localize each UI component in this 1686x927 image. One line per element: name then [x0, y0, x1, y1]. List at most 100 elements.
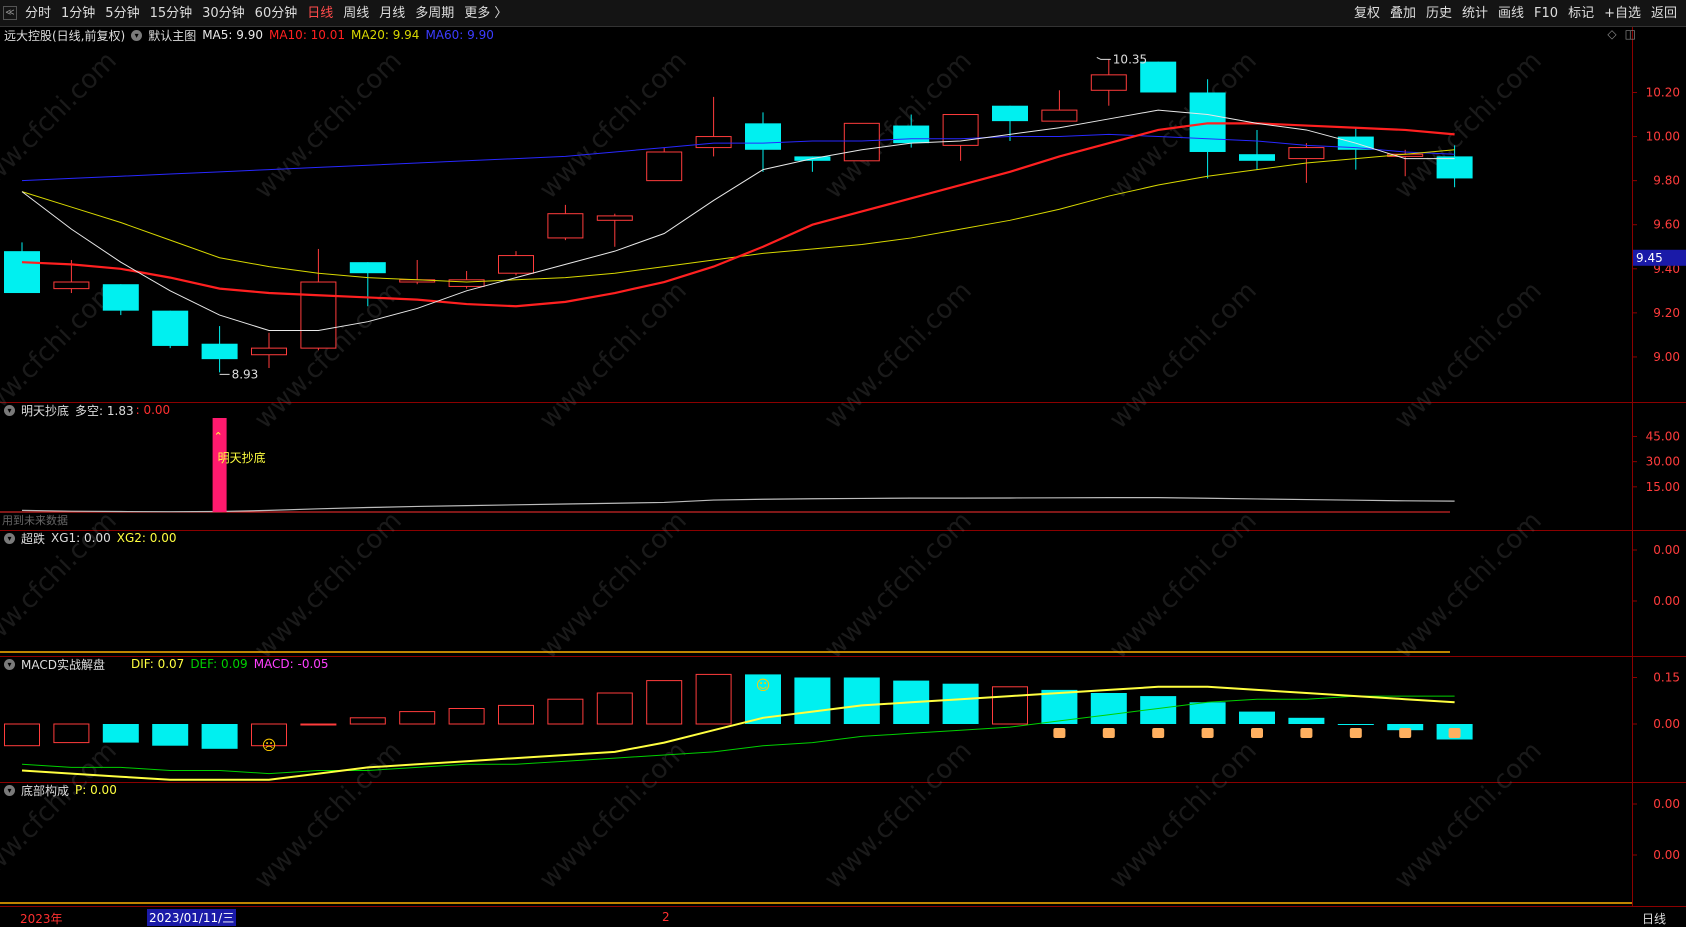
candle-body [1090, 74, 1127, 91]
candle-body [1288, 147, 1325, 160]
y-tick-label: 0.00 [1653, 594, 1680, 608]
bottom-indicator-name[interactable]: 底部构成 [21, 782, 69, 799]
def-value: DEF: 0.09 [190, 657, 248, 671]
smile-face-icon: ☺ [756, 678, 771, 694]
ma60-value: MA60: 9.90 [425, 28, 494, 42]
high-price-label: 10.35 [1113, 52, 1147, 66]
watermark-text: www.cfchi.com [1104, 46, 1263, 205]
watermark-text: www.cfchi.com [819, 506, 978, 665]
chaodie-name[interactable]: 超跌 [21, 530, 45, 547]
current-price-label: 9.45 [1636, 251, 1663, 265]
dropdown-icon[interactable]: ▾ [4, 658, 15, 670]
y-tick-label: 30.00 [1646, 455, 1680, 469]
chaodie-header: ▾ 超跌 XG1: 0.00 XG2: 0.00 [4, 530, 176, 546]
candle-body [1041, 109, 1078, 122]
candle-body [152, 310, 189, 346]
template-name[interactable]: 默认主图 [148, 27, 196, 44]
macd-bar [1090, 693, 1127, 724]
date-cursor-label: 2023/01/11/三 [147, 909, 237, 926]
watermark-text: www.cfchi.com [534, 736, 693, 895]
candle-body [547, 213, 584, 239]
stock-chart[interactable]: www.cfchi.com www.cfchi.com www.cfchi.com w… [0, 0, 1686, 927]
macd-bar [695, 673, 732, 725]
candle-body [596, 215, 633, 221]
sell-marker-icon [1152, 728, 1165, 738]
candle-body [695, 136, 732, 149]
watermark-text: www.cfchi.com [819, 276, 978, 435]
dropdown-icon[interactable]: ▾ [131, 29, 143, 41]
p-value: P: 0.00 [75, 783, 117, 797]
window-icon[interactable]: ◫ [1625, 27, 1636, 41]
y-tick-label: 0.00 [1653, 797, 1680, 811]
y-tick-label: 9.80 [1653, 174, 1680, 188]
macd-bar [152, 724, 189, 746]
y-tick-label: 10.00 [1646, 130, 1680, 144]
sell-marker-icon [1102, 728, 1115, 738]
ma20-line [21, 149, 1455, 283]
period-label: 日线 [1642, 912, 1667, 926]
macd-bar [53, 723, 90, 744]
sell-marker-icon [1349, 728, 1362, 738]
y-tick-label: 0.00 [1653, 717, 1680, 731]
candle-body [893, 125, 930, 144]
macd-name[interactable]: MACD实战解盘 [21, 656, 105, 673]
watermark-text: www.cfchi.com [1104, 276, 1263, 435]
watermark-text: www.cfchi.com [534, 276, 693, 435]
duokong-value: 多空: 1.83 [75, 403, 134, 418]
sell-marker-icon [1251, 728, 1263, 738]
watermark-text: www.cfchi.com [1389, 276, 1548, 435]
future-data-note: 用到未来数据 [2, 513, 68, 527]
diamond-icon[interactable]: ◇ [1607, 27, 1616, 41]
watermark-text: www.cfchi.com [1389, 736, 1548, 895]
candle-body [4, 251, 40, 294]
xg2-value: XG2: 0.00 [116, 531, 177, 545]
macd-bar [547, 698, 584, 725]
xg1-value: XG1: 0.00 [51, 531, 111, 545]
stock-name[interactable]: 远大控股(日线,前复权) [4, 27, 125, 44]
y-tick-label: 45.00 [1646, 429, 1680, 443]
macd-bar [1337, 724, 1374, 725]
dibottom-header: ▾ 明天抄底 多空: 1.83 : 0.00 [4, 402, 170, 418]
y-tick-label: 0.15 [1653, 671, 1680, 685]
macd-bar [349, 717, 386, 725]
candle-body [448, 279, 485, 287]
candle-body [349, 262, 386, 274]
candle-body [300, 281, 337, 349]
watermark-layer: www.cfchi.com www.cfchi.com www.cfchi.com w… [0, 46, 1548, 895]
candle-body [201, 343, 238, 360]
dibottom-name[interactable]: 明天抄底 [21, 402, 69, 419]
macd-bar [1288, 717, 1325, 724]
macd-bar [992, 686, 1028, 725]
candle-body [251, 347, 287, 356]
y-tick-label: 10.20 [1646, 85, 1680, 99]
macd-bar [498, 704, 534, 725]
y-tick-label: 0.00 [1653, 543, 1680, 557]
year-label: 2023年 [20, 912, 63, 926]
candle-body [498, 255, 534, 274]
watermark-text: www.cfchi.com [1104, 736, 1263, 895]
watermark-text: www.cfchi.com [249, 46, 408, 205]
sell-marker-icon [1201, 728, 1214, 738]
y-tick-label: 9.00 [1653, 350, 1680, 364]
watermark-text: www.cfchi.com [1104, 506, 1263, 665]
sell-marker-icon [1448, 728, 1461, 738]
candle-body [53, 281, 90, 290]
watermark-text: www.cfchi.com [249, 736, 408, 895]
watermark-text: www.cfchi.com [0, 46, 123, 205]
macd-bar [1189, 702, 1226, 724]
watermark-text: www.cfchi.com [819, 736, 978, 895]
dibottom-value: : 0.00 [135, 403, 171, 417]
macd-bar [794, 677, 831, 724]
watermark-text: www.cfchi.com [534, 506, 693, 665]
dropdown-icon[interactable]: ▾ [4, 404, 15, 416]
candle-body [1189, 92, 1226, 152]
low-price-label: 8.93 [232, 367, 259, 381]
macd-bar [448, 708, 485, 725]
candle-body [992, 105, 1028, 122]
dropdown-icon[interactable]: ▾ [4, 532, 15, 544]
ma10-value: MA10: 10.01 [268, 28, 346, 42]
y-tick-label: 0.00 [1653, 848, 1680, 862]
dropdown-icon[interactable]: ▾ [4, 784, 15, 796]
sell-marker-icon [1300, 728, 1313, 738]
y-tick-label: 9.20 [1653, 306, 1680, 320]
